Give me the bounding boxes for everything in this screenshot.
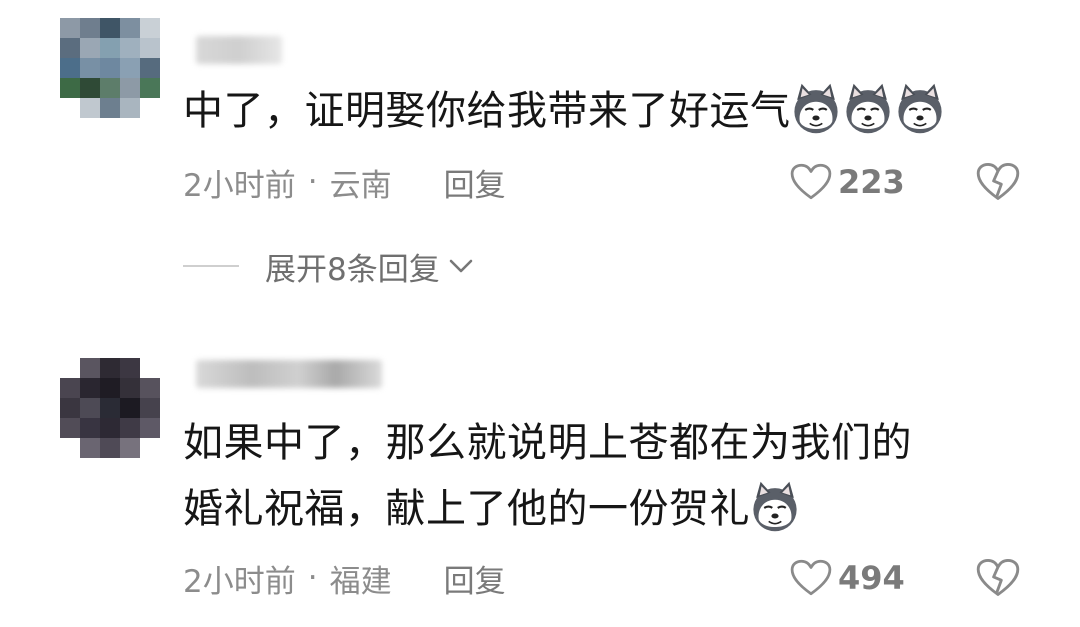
comment-time: 2小时前 <box>183 563 296 600</box>
expand-replies-button[interactable]: 展开8条回复 <box>183 246 476 288</box>
like-count: 494 <box>838 559 905 597</box>
comment-meta: 2小时前 · 福建 回复 <box>183 556 506 601</box>
avatar[interactable] <box>60 358 160 458</box>
like-count: 223 <box>838 163 905 201</box>
reply-button[interactable]: 回复 <box>444 556 506 601</box>
heart-icon <box>790 559 832 597</box>
chevron-down-icon <box>449 259 473 273</box>
heart-icon <box>790 163 832 201</box>
comment-location: 云南 <box>329 167 392 204</box>
comment-meta: 2小时前 · 云南 回复 <box>183 160 506 205</box>
comment-text: 如果中了，那么就说明上苍都在为我们的 <box>183 410 912 476</box>
comment-text-content: 中了，证明娶你给我带来了好运气 <box>183 88 791 134</box>
username-blurred[interactable] <box>196 360 382 388</box>
husky-smirk-icon <box>748 480 802 534</box>
meta-separator: · <box>307 560 318 596</box>
broken-heart-icon[interactable] <box>976 558 1020 598</box>
meta-separator: · <box>307 164 318 200</box>
divider-line <box>183 265 239 267</box>
husky-smirk-icon <box>893 82 947 136</box>
comment-location: 福建 <box>329 563 392 600</box>
like-button[interactable]: 223 <box>790 162 905 202</box>
comment-text: 中了，证明娶你给我带来了好运气 <box>183 78 947 144</box>
comment-time: 2小时前 <box>183 167 296 204</box>
broken-heart-icon[interactable] <box>976 162 1020 202</box>
comment-text-line: 如果中了，那么就说明上苍都在为我们的 <box>183 420 912 466</box>
username-blurred[interactable] <box>196 36 282 64</box>
reply-button[interactable]: 回复 <box>444 160 506 205</box>
avatar[interactable] <box>60 18 160 118</box>
expand-replies-label: 展开8条回复 <box>265 251 440 288</box>
husky-smirk-icon <box>841 82 895 136</box>
comment-text-line: 婚礼祝福，献上了他的一份贺礼 <box>183 486 750 532</box>
like-button[interactable]: 494 <box>790 558 905 598</box>
husky-smirk-icon <box>789 82 843 136</box>
comment-text: 婚礼祝福，献上了他的一份贺礼 <box>183 476 802 542</box>
